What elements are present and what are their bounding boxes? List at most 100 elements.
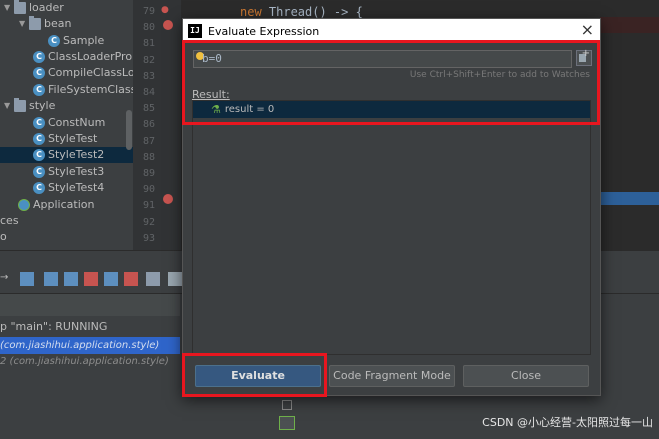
breakpoint-line-highlight	[600, 17, 659, 33]
dialog-titlebar[interactable]: IJ Evaluate Expression ×	[183, 19, 600, 43]
expand-arrow-icon[interactable]: ▼	[4, 0, 14, 16]
code-keyword: new	[240, 5, 262, 19]
step-into-icon[interactable]	[44, 272, 58, 286]
tree-item-label: ConstNum	[48, 116, 106, 129]
tree-item-label: ClassLoaderPropTe	[48, 50, 133, 63]
close-button[interactable]: Close	[463, 365, 589, 387]
line-number: 83	[142, 70, 155, 82]
tree-item-partial[interactable]: o	[0, 229, 7, 245]
code-text: Thread() -> {	[261, 5, 363, 19]
line-number: 82	[142, 54, 155, 66]
tree-item-styletest4[interactable]: C StyleTest4	[33, 180, 104, 196]
primitive-value-icon: ⚗	[211, 103, 221, 116]
line-number: 92	[142, 216, 155, 228]
result-row[interactable]: ⚗ result = 0	[193, 101, 590, 118]
folder-icon	[14, 0, 26, 14]
tree-item-style[interactable]: ▼ style	[4, 98, 55, 114]
breakpoint-icon[interactable]	[163, 194, 173, 204]
frames-header	[0, 294, 180, 316]
line-number: 85	[142, 103, 155, 115]
tree-item-bean[interactable]: ▼ bean	[19, 16, 71, 32]
line-number: 81	[142, 38, 155, 50]
class-icon: C	[33, 182, 45, 194]
table-icon[interactable]	[168, 272, 182, 286]
tree-item-label: style	[29, 99, 56, 112]
plugin-icon[interactable]	[279, 416, 295, 430]
step-over-icon[interactable]	[20, 272, 34, 286]
dialog-title: Evaluate Expression	[208, 24, 320, 38]
tree-item-label: o	[0, 230, 7, 243]
line-number: 93	[142, 232, 155, 244]
class-icon: C	[33, 133, 45, 145]
tree-item-styletest3[interactable]: C StyleTest3	[33, 164, 104, 180]
tree-item-label: bean	[44, 17, 72, 30]
tree-item-label: StyleTest	[48, 132, 98, 145]
tree-item-filesystemclassloader[interactable]: C FileSystemClassLoa	[33, 82, 133, 98]
class-icon: C	[33, 149, 45, 161]
tree-item-label: CompileClassLoade	[48, 66, 133, 79]
evaluate-expression-icon[interactable]	[146, 272, 160, 286]
breakpoint-lambda-icon[interactable]: ●	[161, 5, 173, 15]
tree-item-constnum[interactable]: C ConstNum	[33, 115, 105, 131]
code-fragment-mode-button[interactable]: Code Fragment Mode	[329, 365, 455, 387]
spring-app-icon	[18, 199, 30, 211]
frames-panel	[0, 316, 180, 439]
breakpoint-icon[interactable]	[163, 20, 173, 30]
line-number: 89	[142, 168, 155, 179]
line-number: 80	[142, 22, 155, 34]
add-to-watches-icon[interactable]	[576, 48, 592, 66]
evaluate-expression-dialog: IJ Evaluate Expression × b=0 Use Ctrl+Sh…	[182, 18, 601, 396]
result-value: result = 0	[224, 104, 275, 115]
run-to-cursor-icon[interactable]	[124, 272, 138, 286]
tree-item-compileclassloader[interactable]: C CompileClassLoade	[33, 65, 133, 81]
tree-scrollbar[interactable]	[126, 110, 132, 150]
watermark: CSDN @小心经营-太阳照过每一山	[482, 416, 653, 429]
class-icon: C	[48, 35, 60, 47]
code-line: new Thread() -> {	[240, 5, 363, 19]
class-icon: C	[33, 67, 45, 79]
expand-arrow-icon[interactable]: ▼	[19, 16, 29, 32]
class-icon: C	[33, 117, 45, 129]
tree-item-label: ces	[0, 214, 19, 227]
tree-item-styletest2[interactable]: C StyleTest2	[0, 147, 133, 163]
expression-input[interactable]: b=0	[193, 50, 572, 68]
intellij-icon: IJ	[188, 24, 202, 38]
tree-item-label: Sample	[63, 34, 105, 47]
tree-item-label: Application	[33, 198, 95, 211]
tree-item-loader[interactable]: ▼ loader	[4, 0, 64, 16]
class-icon: C	[33, 166, 45, 178]
page-icon[interactable]	[282, 400, 292, 410]
tree-item-label: FileSystemClassLoa	[48, 83, 133, 96]
force-step-into-icon[interactable]	[64, 272, 78, 286]
tree-item-classloaderprop[interactable]: C ClassLoaderPropTe	[33, 49, 133, 65]
tree-item-styletest[interactable]: C StyleTest	[33, 131, 97, 147]
show-execution-point-icon[interactable]: →	[0, 272, 14, 286]
thread-status[interactable]: p "main": RUNNING	[0, 320, 107, 333]
folder-icon	[14, 98, 26, 112]
line-number: 91	[142, 200, 155, 212]
tree-item-label: loader	[29, 1, 64, 14]
line-number: 79	[142, 6, 155, 17]
execution-line-highlight	[600, 192, 659, 205]
line-number: 87	[142, 135, 155, 147]
tree-item-partial[interactable]: ces	[0, 213, 19, 229]
expand-arrow-icon[interactable]: ▼	[4, 98, 14, 114]
expression-text[interactable]: b=0	[202, 52, 222, 65]
tree-item-label: StyleTest4	[48, 181, 105, 194]
tree-item-label: StyleTest3	[48, 165, 105, 178]
line-number: 84	[142, 87, 155, 98]
drop-frame-icon[interactable]	[104, 272, 118, 286]
evaluate-button[interactable]: Evaluate	[195, 365, 321, 387]
tree-item-application[interactable]: Application	[18, 197, 94, 213]
step-out-icon[interactable]	[84, 272, 98, 286]
stack-frame[interactable]: (com.jiashihui.application.style)	[0, 337, 180, 354]
stack-frame[interactable]: 2 (com.jiashihui.application.style)	[0, 353, 180, 370]
class-icon: C	[33, 84, 45, 96]
tree-item-sample[interactable]: C Sample	[48, 33, 104, 49]
result-panel: ⚗ result = 0	[192, 100, 591, 355]
folder-icon	[29, 16, 41, 30]
line-number: 90	[142, 184, 155, 196]
watches-hint: Use Ctrl+Shift+Enter to add to Watches	[409, 70, 590, 80]
close-icon[interactable]: ×	[581, 20, 594, 40]
tree-item-label: StyleTest2	[48, 148, 105, 161]
